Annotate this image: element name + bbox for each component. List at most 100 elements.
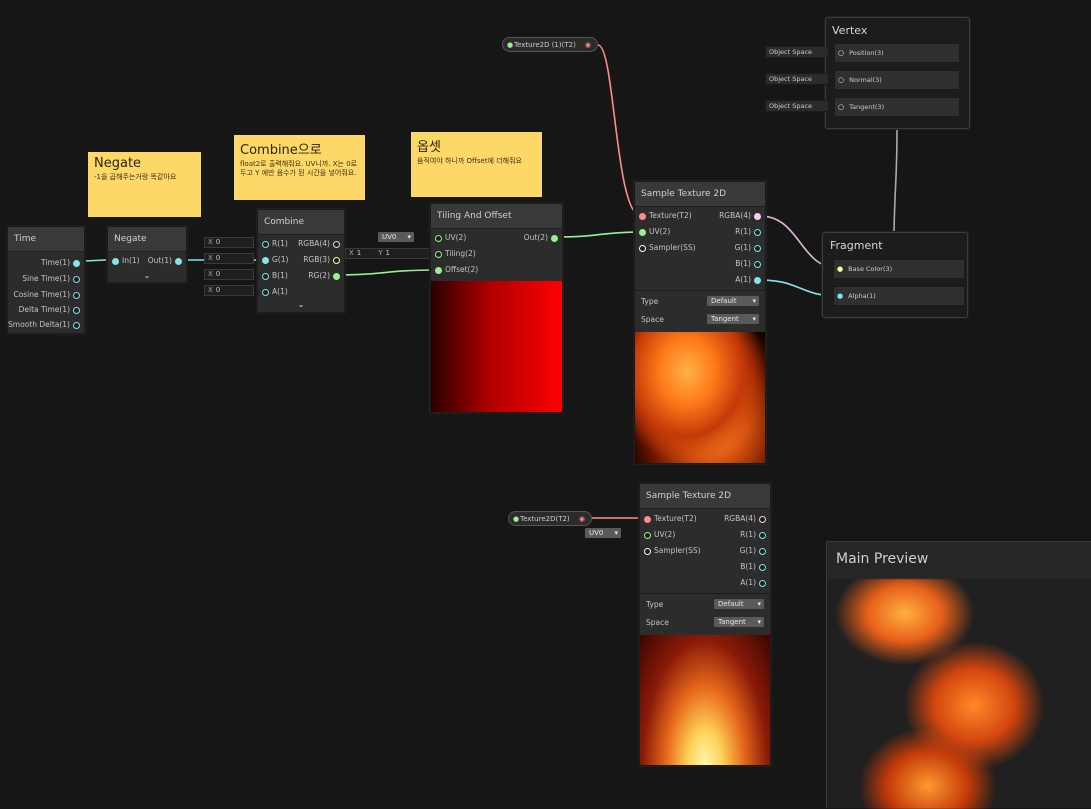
chevron-down-icon[interactable]: ⌄ bbox=[258, 300, 344, 309]
normal-slot[interactable]: ○ Normal(3) bbox=[834, 70, 960, 90]
combine-a-field[interactable]: X0 bbox=[204, 285, 254, 296]
combine-r-field[interactable]: X0 bbox=[204, 237, 254, 248]
port-dot[interactable] bbox=[551, 235, 558, 242]
port-tiling[interactable]: Tiling(2) bbox=[445, 248, 476, 260]
space-dropdown[interactable]: Tangent bbox=[707, 314, 759, 324]
port-dot[interactable] bbox=[262, 257, 269, 264]
port-rgba[interactable]: RGBA(4) bbox=[719, 210, 751, 222]
port-a[interactable]: A(1) bbox=[735, 274, 751, 286]
alpha-slot[interactable]: ● Alpha(1) bbox=[833, 286, 965, 306]
negate-node[interactable]: Negate In(1) Out(1) ⌄ bbox=[107, 226, 187, 283]
object-space-normal[interactable]: Object Space bbox=[765, 73, 829, 85]
fragment-block[interactable]: Fragment ● Base Color(3) ● Alpha(1) bbox=[822, 232, 968, 318]
port-time[interactable]: Time(1) bbox=[41, 257, 70, 269]
main-preview-panel[interactable]: Main Preview bbox=[826, 541, 1091, 809]
port-r[interactable]: R(1) bbox=[735, 226, 751, 238]
port-sampler[interactable]: Sampler(SS) bbox=[654, 545, 701, 557]
position-slot[interactable]: ○ Position(3) bbox=[834, 43, 960, 63]
tiling-and-offset-node[interactable]: Tiling And Offset UV(2) Tiling(2) Offset… bbox=[430, 203, 563, 413]
port-cosine-time[interactable]: Cosine Time(1) bbox=[13, 289, 70, 301]
space-dropdown[interactable]: Tangent bbox=[714, 617, 764, 627]
port-offset[interactable]: Offset(2) bbox=[445, 264, 478, 276]
port-out[interactable]: Out(2) bbox=[524, 232, 548, 244]
port-rgb[interactable]: RGB(3) bbox=[303, 254, 330, 266]
port-dot[interactable] bbox=[644, 532, 651, 539]
port-r[interactable]: R(1) bbox=[272, 238, 288, 250]
port-dot[interactable] bbox=[754, 277, 761, 284]
time-node[interactable]: Time Time(1) Sine Time(1) Cosine Time(1)… bbox=[7, 226, 85, 334]
base-color-slot[interactable]: ● Base Color(3) bbox=[833, 259, 965, 279]
combine-node[interactable]: Combine R(1) G(1) B(1) A(1) RGBA(4) RGB(… bbox=[257, 209, 345, 313]
port-dot[interactable] bbox=[333, 241, 340, 248]
port-a[interactable]: A(1) bbox=[740, 577, 756, 589]
port-delta-time[interactable]: Delta Time(1) bbox=[19, 304, 70, 316]
port-dot[interactable] bbox=[333, 257, 340, 264]
port-dot[interactable] bbox=[73, 260, 80, 267]
property-texture2d-1[interactable]: ● Texture2D (1)(T2) ◉ bbox=[502, 37, 598, 52]
port-dot[interactable] bbox=[754, 261, 761, 268]
tangent-slot[interactable]: ○ Tangent(3) bbox=[834, 97, 960, 117]
port-g[interactable]: G(1) bbox=[735, 242, 751, 254]
sticky-note-negate[interactable]: Negate -1을 곱해주는거랑 똑같아요 bbox=[88, 152, 201, 217]
port-dot[interactable] bbox=[112, 258, 119, 265]
port-b[interactable]: B(1) bbox=[735, 258, 751, 270]
port-dot[interactable] bbox=[639, 229, 646, 236]
sample-texture-node-2[interactable]: Sample Texture 2D Texture(T2) UV(2) Samp… bbox=[639, 483, 771, 766]
port-dot[interactable] bbox=[435, 267, 442, 274]
port-dot[interactable] bbox=[262, 273, 269, 280]
sticky-note-offset[interactable]: 옵셋 움직여야 하니까 Offset에 더해줘요 bbox=[411, 132, 542, 197]
port-dot[interactable] bbox=[73, 322, 80, 329]
port-dot[interactable] bbox=[73, 276, 80, 283]
object-space-tangent[interactable]: Object Space bbox=[765, 100, 829, 112]
port-dot[interactable] bbox=[175, 258, 182, 265]
port-dot[interactable] bbox=[759, 580, 766, 587]
port-dot[interactable] bbox=[644, 516, 651, 523]
port-dot[interactable] bbox=[759, 564, 766, 571]
port-smooth-delta[interactable]: Smooth Delta(1) bbox=[8, 319, 70, 331]
type-dropdown[interactable]: Default bbox=[714, 599, 764, 609]
port-a[interactable]: A(1) bbox=[272, 286, 288, 298]
port-dot[interactable] bbox=[73, 292, 80, 299]
port-g[interactable]: G(1) bbox=[272, 254, 288, 266]
port-dot[interactable] bbox=[754, 229, 761, 236]
port-texture[interactable]: Texture(T2) bbox=[654, 513, 697, 525]
property-texture2d-2[interactable]: ● Texture2D(T2) ◉ bbox=[508, 511, 592, 526]
port-r[interactable]: R(1) bbox=[740, 529, 756, 541]
port-b[interactable]: B(1) bbox=[272, 270, 288, 282]
sample-texture-node-1[interactable]: Sample Texture 2D Texture(T2) UV(2) Samp… bbox=[634, 181, 766, 464]
port-g[interactable]: G(1) bbox=[740, 545, 756, 557]
port-uv[interactable]: UV(2) bbox=[654, 529, 675, 541]
port-rgba[interactable]: RGBA(4) bbox=[298, 238, 330, 250]
port-dot[interactable] bbox=[759, 516, 766, 523]
port-texture[interactable]: Texture(T2) bbox=[649, 210, 692, 222]
port-out[interactable]: Out(1) bbox=[148, 255, 172, 267]
port-sine-time[interactable]: Sine Time(1) bbox=[22, 273, 70, 285]
vertex-block[interactable]: Vertex ○ Position(3) ○ Normal(3) ○ Tangent(… bbox=[825, 17, 970, 129]
port-dot[interactable] bbox=[435, 251, 442, 258]
port-dot[interactable] bbox=[639, 213, 646, 220]
port-dot[interactable] bbox=[754, 213, 761, 220]
port-in[interactable]: In(1) bbox=[122, 255, 140, 267]
port-dot[interactable] bbox=[639, 245, 646, 252]
port-rg[interactable]: RG(2) bbox=[308, 270, 330, 282]
port-dot[interactable] bbox=[754, 245, 761, 252]
object-space-position[interactable]: Object Space bbox=[765, 46, 829, 58]
port-dot[interactable] bbox=[644, 548, 651, 555]
uv-channel-dropdown[interactable]: UV0 bbox=[378, 232, 414, 242]
port-dot[interactable] bbox=[759, 548, 766, 555]
port-dot[interactable] bbox=[333, 273, 340, 280]
combine-g-field[interactable]: X0 bbox=[204, 253, 254, 264]
tiling-xy-field[interactable]: X1Y1 bbox=[345, 248, 431, 259]
port-dot[interactable] bbox=[262, 241, 269, 248]
port-dot[interactable] bbox=[435, 235, 442, 242]
sticky-note-combine[interactable]: Combine으로 float2로 출력해줘요. UV니까. X는 0로 두고 … bbox=[234, 135, 365, 200]
port-uv[interactable]: UV(2) bbox=[649, 226, 670, 238]
uv-channel-dropdown-2[interactable]: UV0 bbox=[585, 528, 621, 538]
type-dropdown[interactable]: Default bbox=[707, 296, 759, 306]
port-rgba[interactable]: RGBA(4) bbox=[724, 513, 756, 525]
port-dot[interactable] bbox=[759, 532, 766, 539]
port-uv[interactable]: UV(2) bbox=[445, 232, 466, 244]
port-dot[interactable] bbox=[262, 289, 269, 296]
combine-b-field[interactable]: X0 bbox=[204, 269, 254, 280]
port-b[interactable]: B(1) bbox=[740, 561, 756, 573]
